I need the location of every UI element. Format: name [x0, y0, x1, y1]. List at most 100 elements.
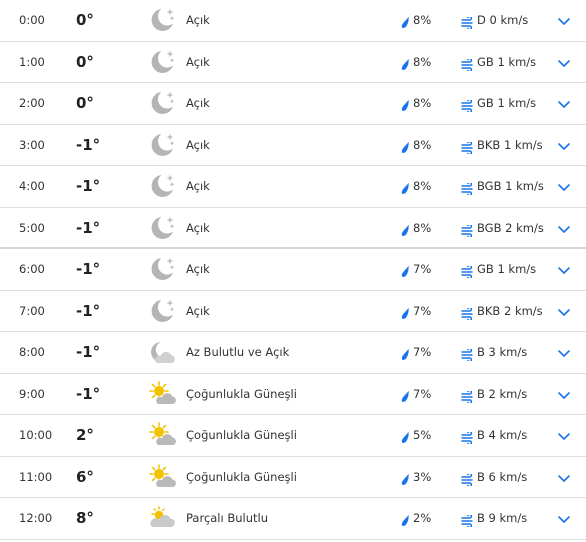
chevron-down-icon[interactable]	[557, 428, 571, 442]
wind-icon	[461, 139, 474, 155]
hour-precipitation: 2%	[413, 511, 432, 525]
raindrop-icon	[401, 180, 411, 194]
crescent-moon-icon	[148, 297, 176, 325]
hour-wind: GB 1 km/s	[477, 96, 537, 110]
hour-temperature: 0°	[76, 52, 94, 71]
wind-icon	[461, 14, 474, 31]
hour-time: 2:00	[19, 96, 45, 110]
hourly-forecast-row[interactable]: 11:00 6° Çoğunlukla Güneşli 3% B 6 km/s	[0, 457, 586, 498]
hour-condition: Açık	[186, 54, 210, 69]
wind-icon	[461, 512, 474, 529]
partly-cloudy-icon	[148, 504, 176, 532]
hour-wind: GB 1 km/s	[477, 54, 537, 69]
chevron-down-icon[interactable]	[557, 13, 571, 27]
hour-precipitation: 8%	[413, 13, 432, 27]
hour-temperature: -1°	[76, 218, 101, 237]
hourly-forecast-row[interactable]: 2:00 0° Açık 8% GB 1 km/s	[0, 83, 586, 125]
hourly-forecast-row[interactable]: 0:00 0° Açık 8% D 0 km/s	[0, 0, 586, 42]
hour-precipitation: 8%	[413, 137, 432, 152]
raindrop-icon	[401, 97, 411, 111]
hour-precipitation: 3%	[413, 469, 432, 484]
hourly-forecast-row[interactable]: 1:00 0° Açık 8% GB 1 km/s	[0, 42, 586, 83]
chevron-down-icon[interactable]	[557, 345, 571, 359]
hour-precipitation: 8%	[413, 220, 432, 235]
wind-icon	[461, 180, 474, 197]
raindrop-icon	[401, 429, 411, 443]
raindrop-icon	[401, 56, 411, 70]
hourly-forecast-row[interactable]: 6:00 -1° Açık 7% GB 1 km/s	[0, 249, 586, 291]
chevron-down-icon[interactable]	[557, 304, 571, 318]
wind-icon	[461, 388, 474, 404]
hour-temperature: 6°	[76, 467, 94, 486]
hour-temperature: -1°	[76, 260, 101, 278]
hour-wind: D 0 km/s	[477, 13, 529, 27]
raindrop-icon	[401, 346, 411, 360]
raindrop-icon	[401, 512, 411, 526]
hour-wind: B 3 km/s	[477, 345, 528, 359]
hour-precipitation: 7%	[413, 386, 432, 401]
raindrop-icon	[401, 222, 411, 236]
hourly-forecast-row[interactable]: 9:00 -1° Çoğunlukla Güneşli 7% B 2 km/s	[0, 374, 586, 415]
moon-cloud-icon	[148, 338, 176, 366]
chevron-down-icon[interactable]	[557, 262, 571, 276]
hour-precipitation: 7%	[413, 262, 432, 276]
hourly-forecast-row[interactable]: 7:00 -1° Açık 7% BKB 2 km/s	[0, 291, 586, 332]
chevron-down-icon[interactable]	[557, 179, 571, 193]
raindrop-icon	[401, 471, 411, 485]
hour-wind: BKB 2 km/s	[477, 303, 543, 318]
wind-icon	[461, 263, 474, 280]
hour-condition: Çoğunlukla Güneşli	[186, 428, 297, 442]
hour-time: 5:00	[19, 220, 45, 235]
hour-precipitation: 8%	[413, 179, 432, 193]
hour-time: 0:00	[19, 13, 45, 27]
hour-temperature: -1°	[76, 384, 101, 403]
chevron-down-icon[interactable]	[557, 55, 571, 69]
hour-temperature: 8°	[76, 509, 94, 527]
hour-wind: B 4 km/s	[477, 428, 528, 442]
hourly-forecast-row[interactable]: 10:00 2° Çoğunlukla Güneşli 5% B 4 km/s	[0, 415, 586, 457]
chevron-down-icon[interactable]	[557, 221, 571, 235]
hourly-forecast-row[interactable]: 4:00 -1° Açık 8% BGB 1 km/s	[0, 166, 586, 208]
hour-condition: Açık	[186, 96, 210, 110]
hourly-forecast-row[interactable]: 8:00 -1° Az Bulutlu ve Açık 7% B 3 km/s	[0, 332, 586, 374]
hourly-forecast-row[interactable]: 12:00 8° Parçalı Bulutlu 2% B 9 km/s	[0, 498, 586, 540]
hour-temperature: -1°	[76, 301, 101, 320]
sun-cloud-icon	[148, 421, 176, 449]
chevron-down-icon[interactable]	[557, 387, 571, 401]
crescent-moon-icon	[148, 6, 176, 34]
hour-temperature: -1°	[76, 177, 101, 195]
crescent-moon-icon	[148, 89, 176, 117]
chevron-down-icon[interactable]	[557, 511, 571, 525]
hourly-forecast-row[interactable]: 5:00 -1° Açık 8% BGB 2 km/s	[0, 208, 586, 249]
hour-time: 4:00	[19, 179, 45, 193]
hour-time: 10:00	[19, 428, 53, 442]
crescent-moon-icon	[148, 48, 176, 76]
crescent-moon-icon	[148, 172, 176, 200]
wind-icon	[461, 222, 474, 238]
sun-cloud-icon	[148, 463, 176, 491]
wind-icon	[461, 471, 474, 487]
hourly-forecast-list: 0:00 0° Açık 8% D 0 km/s 1:00 0° Açık 8%	[0, 0, 586, 540]
raindrop-icon	[401, 263, 411, 277]
hour-precipitation: 8%	[413, 96, 432, 110]
chevron-down-icon[interactable]	[557, 470, 571, 484]
chevron-down-icon[interactable]	[557, 96, 571, 110]
sun-cloud-icon	[148, 380, 176, 408]
hour-time: 7:00	[19, 303, 45, 318]
hour-condition: Çoğunlukla Güneşli	[186, 386, 297, 401]
wind-icon	[461, 97, 474, 114]
hour-wind: B 6 km/s	[477, 469, 528, 484]
hour-wind: B 2 km/s	[477, 386, 528, 401]
hour-condition: Açık	[186, 179, 210, 193]
raindrop-icon	[401, 14, 411, 28]
raindrop-icon	[401, 388, 411, 402]
raindrop-icon	[401, 139, 411, 153]
hour-wind: BGB 1 km/s	[477, 179, 544, 193]
chevron-down-icon[interactable]	[557, 138, 571, 152]
hour-time: 8:00	[19, 345, 45, 359]
hour-precipitation: 5%	[413, 428, 432, 442]
wind-icon	[461, 305, 474, 321]
hourly-forecast-row[interactable]: 3:00 -1° Açık 8% BKB 1 km/s	[0, 125, 586, 166]
hour-wind: BKB 1 km/s	[477, 137, 543, 152]
hour-precipitation: 7%	[413, 345, 432, 359]
